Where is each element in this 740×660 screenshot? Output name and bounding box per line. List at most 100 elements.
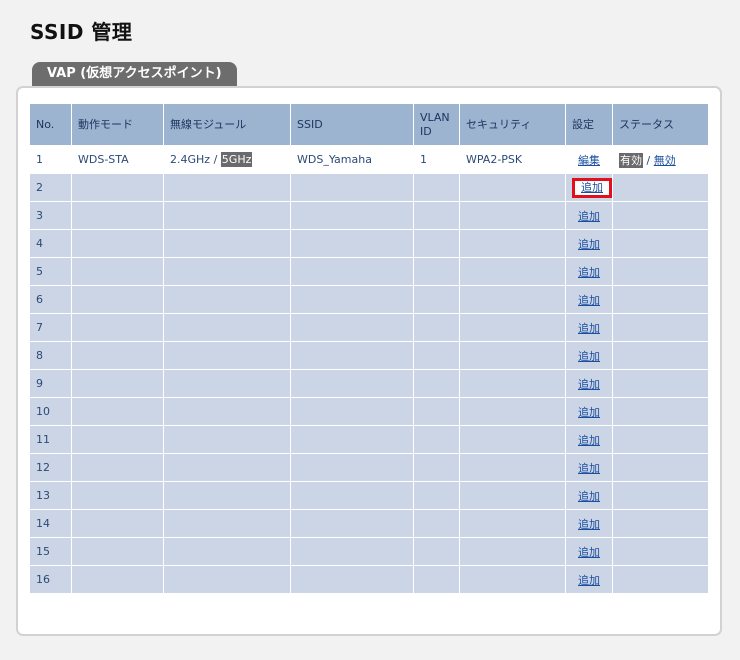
row-settings: 追加 (565, 341, 613, 370)
row-ssid (290, 509, 414, 538)
col-header-settings: 設定 (565, 103, 613, 146)
row-ssid: WDS_Yamaha (290, 145, 414, 174)
table-row: 5 追加 (29, 257, 709, 286)
table-row: 14 追加 (29, 509, 709, 538)
row-no: 12 (29, 453, 72, 482)
add-button-highlighted[interactable]: 追加 (572, 177, 612, 198)
row-security (459, 341, 566, 370)
row-ssid (290, 425, 414, 454)
add-button[interactable]: 追加 (578, 350, 600, 363)
table-row: 11 追加 (29, 425, 709, 454)
col-header-module: 無線モジュール (163, 103, 291, 146)
add-button[interactable]: 追加 (578, 490, 600, 503)
col-header-mode: 動作モード (71, 103, 164, 146)
row-no: 15 (29, 537, 72, 566)
row-security (459, 285, 566, 314)
row-status (612, 313, 709, 342)
add-button[interactable]: 追加 (578, 294, 600, 307)
add-button[interactable]: 追加 (578, 378, 600, 391)
add-button[interactable]: 追加 (578, 266, 600, 279)
row-module (163, 313, 291, 342)
row-mode (71, 537, 164, 566)
add-button[interactable]: 追加 (578, 406, 600, 419)
row-vlan (413, 341, 460, 370)
row-status (612, 537, 709, 566)
row-status (612, 201, 709, 230)
row-no: 5 (29, 257, 72, 286)
row-mode (71, 369, 164, 398)
row-mode (71, 453, 164, 482)
row-settings: 追加 (565, 285, 613, 314)
row-settings: 編集 (565, 145, 613, 174)
row-status (612, 425, 709, 454)
row-module (163, 285, 291, 314)
row-status (612, 229, 709, 258)
col-header-ssid: SSID (290, 103, 414, 146)
row-module (163, 397, 291, 426)
row-security (459, 313, 566, 342)
status-separator: / (646, 153, 651, 167)
row-security (459, 397, 566, 426)
col-header-status: ステータス (612, 103, 709, 146)
row-status (612, 257, 709, 286)
status-disabled-link[interactable]: 無効 (654, 154, 676, 167)
row-no: 16 (29, 565, 72, 594)
row-status: 有効 / 無効 (612, 145, 709, 174)
row-mode (71, 341, 164, 370)
row-mode (71, 425, 164, 454)
table-header-row: No. 動作モード 無線モジュール SSID VLAN ID セキュリティ 設定… (29, 103, 709, 146)
row-status (612, 397, 709, 426)
row-module (163, 173, 291, 202)
row-status (612, 481, 709, 510)
add-button[interactable]: 追加 (578, 574, 600, 587)
row-vlan (413, 453, 460, 482)
row-no: 3 (29, 201, 72, 230)
row-ssid (290, 369, 414, 398)
row-mode (71, 481, 164, 510)
table-row: 7 追加 (29, 313, 709, 342)
row-status (612, 509, 709, 538)
tab-vap[interactable]: VAP (仮想アクセスポイント) (32, 62, 237, 86)
row-no: 8 (29, 341, 72, 370)
row-status (612, 565, 709, 594)
row-settings: 追加 (565, 481, 613, 510)
row-security (459, 565, 566, 594)
module-separator: / (213, 153, 218, 166)
add-button[interactable]: 追加 (578, 546, 600, 559)
add-button[interactable]: 追加 (578, 434, 600, 447)
row-module (163, 229, 291, 258)
add-button[interactable]: 追加 (578, 322, 600, 335)
row-module (163, 453, 291, 482)
row-module (163, 481, 291, 510)
table-row: 2 追加 (29, 173, 709, 202)
row-security: WPA2-PSK (459, 145, 566, 174)
row-settings: 追加 (565, 229, 613, 258)
row-no: 4 (29, 229, 72, 258)
row-vlan (413, 257, 460, 286)
row-status (612, 341, 709, 370)
status-enabled[interactable]: 有効 (619, 152, 643, 168)
add-button[interactable]: 追加 (578, 238, 600, 251)
row-no: 1 (29, 145, 72, 174)
col-header-no: No. (29, 103, 72, 146)
add-button[interactable]: 追加 (578, 210, 600, 223)
add-button[interactable]: 追加 (578, 518, 600, 531)
row-settings: 追加 (565, 369, 613, 398)
row-security (459, 509, 566, 538)
row-mode (71, 257, 164, 286)
row-security (459, 481, 566, 510)
row-vlan (413, 565, 460, 594)
row-module (163, 341, 291, 370)
row-mode (71, 229, 164, 258)
row-module (163, 201, 291, 230)
row-no: 11 (29, 425, 72, 454)
row-vlan (413, 201, 460, 230)
row-no: 7 (29, 313, 72, 342)
edit-link[interactable]: 編集 (578, 154, 600, 167)
module-5ghz-selected: 5GHz (220, 152, 253, 167)
row-settings: 追加 (565, 173, 613, 202)
add-button[interactable]: 追加 (578, 462, 600, 475)
row-module (163, 565, 291, 594)
table-row: 12 追加 (29, 453, 709, 482)
row-settings: 追加 (565, 425, 613, 454)
